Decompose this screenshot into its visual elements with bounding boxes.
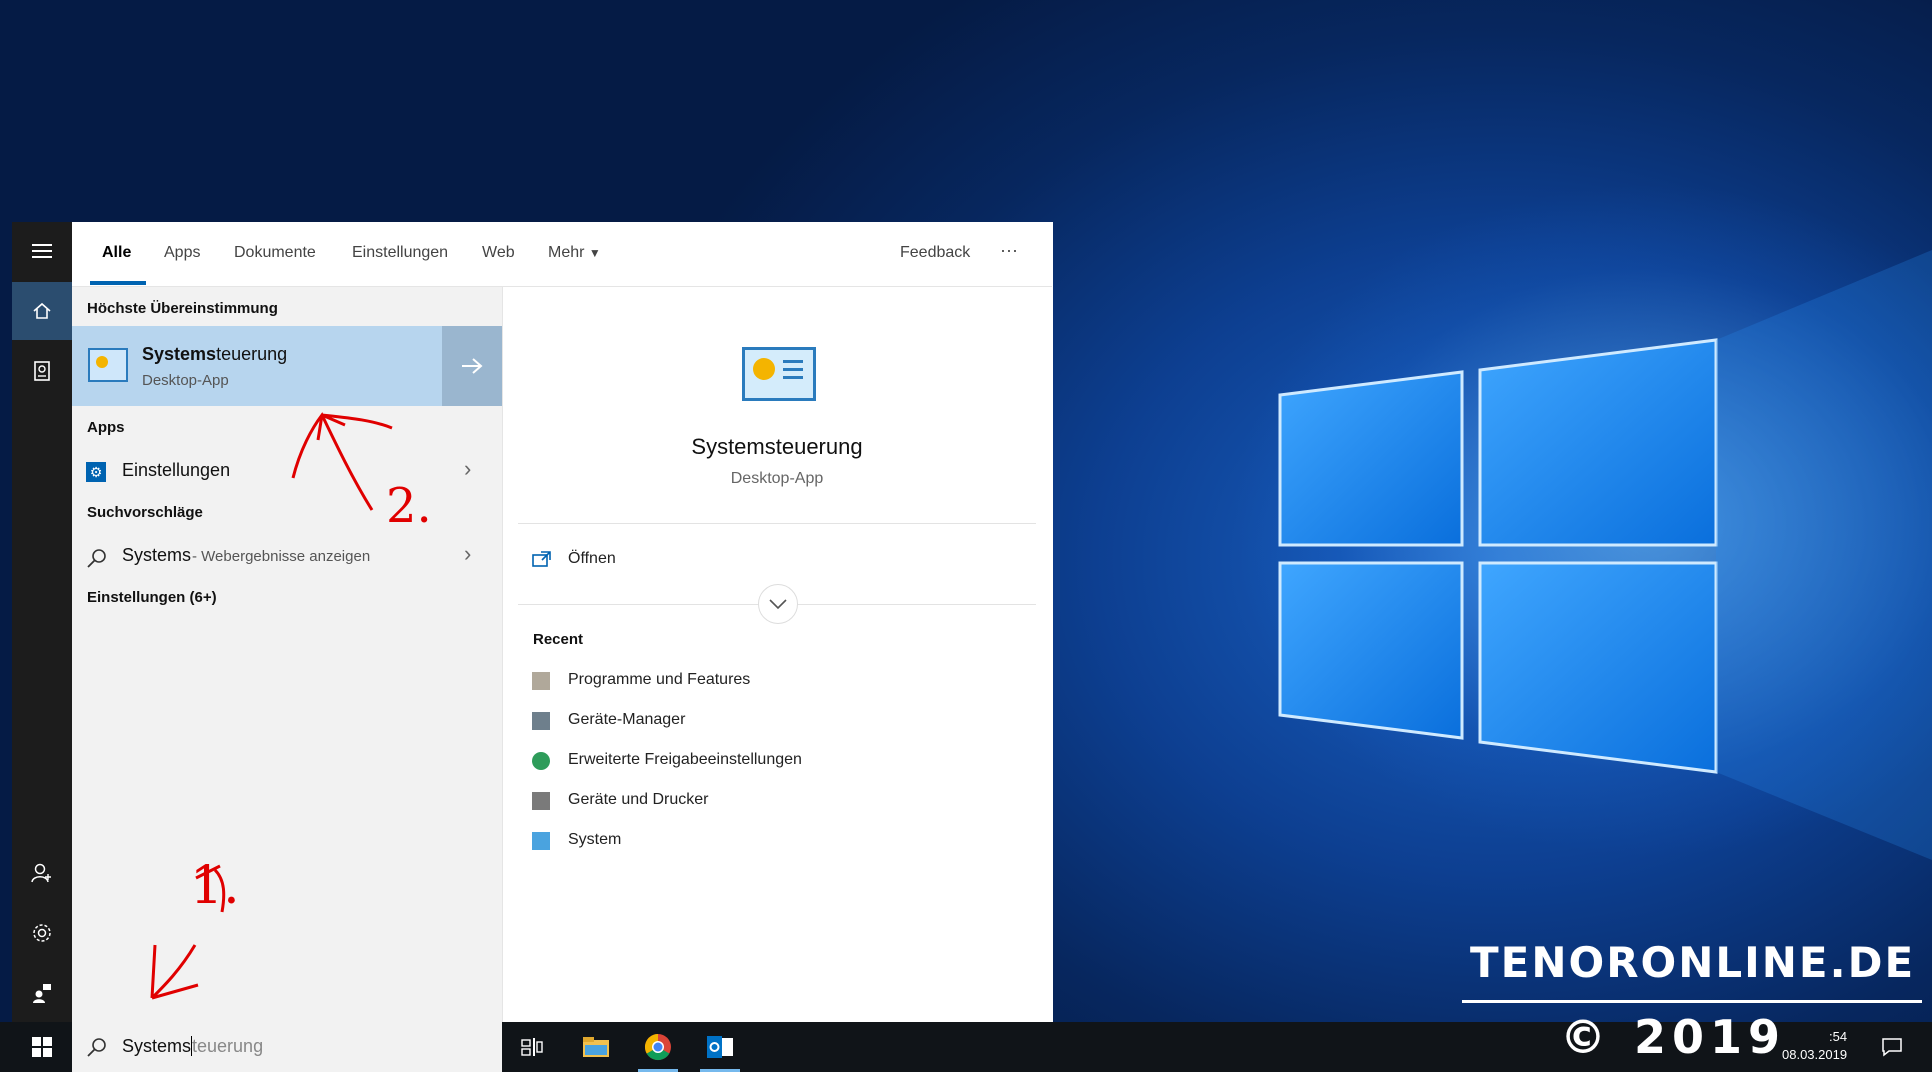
task-view-icon <box>521 1038 543 1056</box>
folder-icon <box>583 1037 609 1057</box>
chrome-icon <box>644 1033 671 1061</box>
task-view-button[interactable] <box>506 1022 558 1072</box>
clock-date: 08.03.2019 <box>1782 1047 1848 1062</box>
windows-start-icon <box>32 1037 52 1057</box>
search-icon <box>87 1038 106 1057</box>
outlook-button[interactable] <box>694 1022 746 1072</box>
notification-icon <box>1882 1038 1902 1057</box>
watermark-site: TENORONLINE.DE <box>1470 938 1916 987</box>
system-clock[interactable]: :54 08.03.2019 <box>1782 1028 1847 1064</box>
search-input[interactable]: Systemsteuerung <box>122 1036 263 1057</box>
start-button[interactable] <box>16 1022 68 1072</box>
watermark-copyright: © 2019 <box>1560 1010 1787 1064</box>
chrome-button[interactable] <box>632 1022 684 1072</box>
annotation-two: 2. <box>386 478 432 534</box>
annotation-one: 1. <box>190 856 240 916</box>
outlook-icon <box>707 1036 733 1058</box>
watermark-line <box>1462 1000 1922 1003</box>
file-explorer-button[interactable] <box>570 1022 622 1072</box>
red-annotations <box>150 412 393 1000</box>
taskbar-search-box[interactable]: Systemsteuerung <box>72 1022 502 1072</box>
action-center-button[interactable] <box>1866 1022 1918 1072</box>
clock-time: :54 <box>1829 1029 1848 1044</box>
